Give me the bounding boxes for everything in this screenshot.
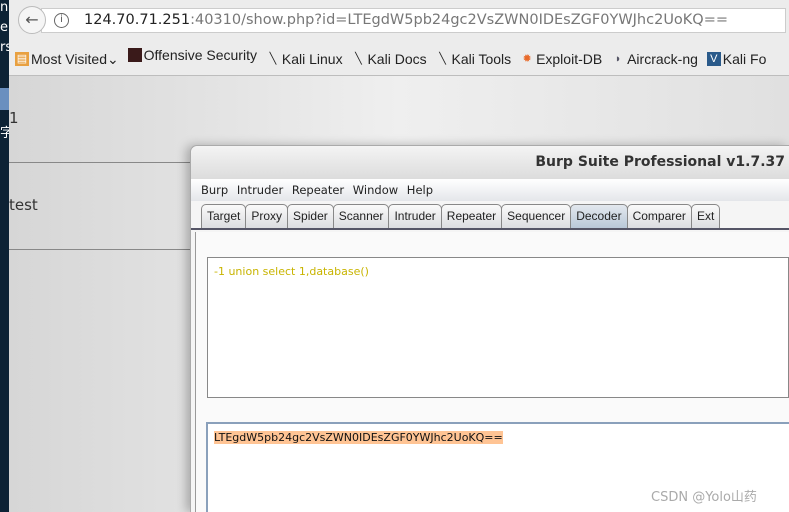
- result-cell: test: [9, 196, 38, 214]
- offsec-icon: [127, 48, 142, 62]
- encoded-text: LTEgdW5pb24gc2VsZWN0IDEsZGF0YWJhc2UoKQ==: [214, 431, 503, 444]
- chevron-down-icon: ⌄: [107, 50, 119, 67]
- url-path: :40310/show.php?id=LTEgdW5pb24gc2VsZWN0I…: [190, 12, 729, 28]
- bookmark-label: Kali Docs: [367, 51, 427, 67]
- bookmark-label: Offensive Security: [143, 47, 257, 63]
- bookmark-kali-docs[interactable]: ╲ Kali Docs: [351, 51, 426, 67]
- menu-help[interactable]: Help: [407, 183, 433, 197]
- tab-extender[interactable]: Ext: [690, 204, 721, 228]
- back-button[interactable]: ←: [18, 6, 46, 34]
- tab-spider[interactable]: Spider: [287, 204, 334, 228]
- tab-underline: [191, 228, 789, 230]
- tab-intruder[interactable]: Intruder: [388, 204, 442, 228]
- decoder-input[interactable]: -1 union select 1,database(): [207, 257, 789, 398]
- menu-bar: Burp Intruder Repeater Window Help: [191, 179, 789, 201]
- kali-icon: ╲: [355, 53, 362, 65]
- bookmark-label: Kali Fo: [722, 51, 767, 67]
- bookmark-label: Kali Tools: [451, 51, 512, 67]
- burp-window: Burp Suite Professional v1.7.37 Burp Int…: [190, 145, 789, 512]
- menu-burp[interactable]: Burp: [201, 183, 228, 197]
- menu-window[interactable]: Window: [353, 183, 398, 197]
- bookmark-label: Aircrack-ng: [627, 51, 698, 67]
- bookmark-label: Most Visited: [31, 51, 107, 67]
- result-cell: 1: [9, 109, 19, 127]
- tab-sequencer[interactable]: Sequencer: [501, 204, 572, 228]
- url-host: 124.70.71.251: [84, 12, 191, 28]
- decoder-panel: -1 union select 1,database() LTEgdW5pb24…: [195, 232, 789, 512]
- desktop-text: 字: [0, 126, 9, 141]
- watermark: CSDN @Yolo山药: [651, 490, 757, 505]
- tab-decoder[interactable]: Decoder: [570, 204, 628, 228]
- menu-repeater[interactable]: Repeater: [292, 183, 344, 197]
- decoded-text: -1 union select 1,database(): [214, 265, 369, 278]
- divider: [9, 249, 199, 250]
- tab-scanner[interactable]: Scanner: [332, 204, 390, 228]
- bookmark-offensive-security[interactable]: Offensive Security: [127, 47, 257, 63]
- arrow-left-icon: ←: [25, 10, 39, 29]
- bookmark-kali-tools[interactable]: ╲ Kali Tools: [436, 51, 512, 67]
- tab-bar: Target Proxy Spider Scanner Intruder Repeater…: [201, 204, 721, 228]
- aircrack-icon: ◗: [614, 53, 622, 65]
- tab-repeater[interactable]: Repeater: [440, 204, 503, 228]
- window-title: Burp Suite Professional v1.7.37: [191, 146, 789, 179]
- info-icon[interactable]: i: [54, 13, 69, 28]
- kali-icon: ╲: [269, 53, 277, 65]
- url-bar[interactable]: i 124.70.71.251:40310/show.php?id=LTEgdW5…: [41, 8, 786, 33]
- bookmark-label: Exploit-DB: [536, 51, 603, 67]
- bookmark-label: Kali Linux: [281, 51, 343, 67]
- desktop-text: n: [0, 0, 9, 15]
- menu-intruder[interactable]: Intruder: [237, 183, 283, 197]
- kali-forums-icon: V: [706, 52, 721, 66]
- bookmark-most-visited[interactable]: ▤ Most Visited ⌄: [15, 51, 119, 68]
- tab-target[interactable]: Target: [201, 204, 247, 228]
- bookmark-exploit-db[interactable]: ✹ Exploit-DB: [520, 51, 602, 67]
- browser-toolbar: i 124.70.71.251:40310/show.php?id=LTEgdW5…: [9, 0, 789, 76]
- exploitdb-icon: ✹: [522, 53, 532, 65]
- bookmark-aircrack[interactable]: ◗ Aircrack-ng: [611, 51, 698, 67]
- desktop-text: rs: [0, 40, 9, 55]
- kali-icon: ╲: [439, 53, 446, 65]
- desktop-text: e: [0, 20, 8, 35]
- bookmark-kali-linux[interactable]: ╲ Kali Linux: [266, 51, 343, 67]
- tab-proxy[interactable]: Proxy: [245, 204, 289, 228]
- tab-comparer[interactable]: Comparer: [626, 204, 692, 228]
- bookmarks-bar: ▤ Most Visited ⌄ Offensive Security ╲ Kali …: [15, 47, 771, 68]
- divider: [9, 162, 199, 163]
- folder-icon: ▤: [15, 52, 29, 66]
- desktop-selection: [0, 88, 9, 110]
- bookmark-kali-forums[interactable]: V Kali Fo: [706, 51, 767, 67]
- desktop-edge: n e rs 字: [0, 0, 9, 512]
